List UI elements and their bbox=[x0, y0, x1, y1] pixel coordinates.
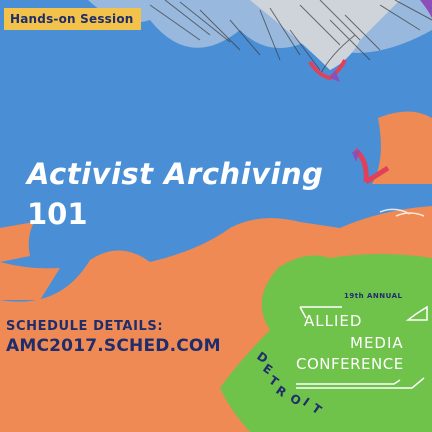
schedule-url[interactable]: AMC2017.SCHED.COM bbox=[6, 336, 221, 356]
schedule-label: SCHEDULE DETAILS: bbox=[6, 319, 164, 334]
logo-conference: CONFERENCE bbox=[296, 355, 404, 373]
logo-allied: ALLIED bbox=[304, 312, 363, 330]
event-title-line1: Activist Archiving bbox=[27, 157, 324, 191]
event-title-line2: 101 bbox=[27, 197, 88, 231]
annual-label: 19th ANNUAL bbox=[344, 292, 403, 300]
logo-media: MEDIA bbox=[350, 334, 404, 352]
poster: Hands-on Session Activist Archiving 101 … bbox=[0, 0, 432, 432]
session-badge: Hands-on Session bbox=[4, 8, 141, 30]
amc-triangle-icon bbox=[405, 305, 428, 321]
